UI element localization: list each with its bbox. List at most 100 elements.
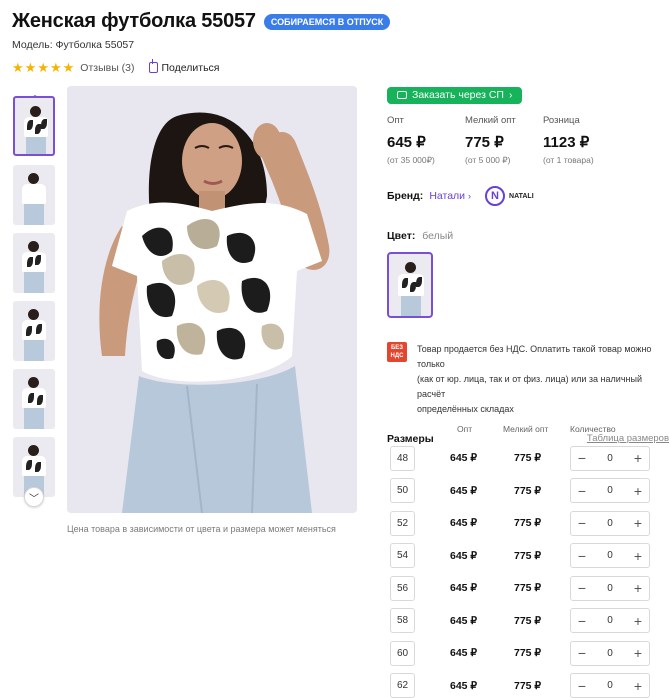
size-small-opt-price: 775 ₽ xyxy=(514,614,542,627)
price-min: (от 5 000 ₽) xyxy=(465,155,511,165)
plus-icon[interactable]: + xyxy=(632,549,644,563)
size-row: 54 645 ₽ 775 ₽ − 0 + xyxy=(387,542,669,570)
quantity-value[interactable]: 0 xyxy=(607,518,613,529)
quantity-value[interactable]: 0 xyxy=(607,453,613,464)
column-small-opt: Мелкий опт xyxy=(503,424,549,434)
size-table: Опт Мелкий опт Количество 48 645 ₽ 775 ₽ − 0… xyxy=(387,424,669,698)
size-opt-price: 645 ₽ xyxy=(450,647,478,659)
size-opt-price: 645 ₽ xyxy=(450,484,478,497)
thumbnail[interactable] xyxy=(13,165,55,225)
product-header: Женская футболка 55057 СОБИРАЕМСЯ В ОТПУ… xyxy=(12,10,662,74)
brand-row: Бренд: Натали › N NATALI xyxy=(387,186,669,206)
price-caption: Цена товара в зависимости от цвета и раз… xyxy=(67,524,336,534)
plus-icon[interactable]: + xyxy=(632,516,644,530)
plus-icon[interactable]: + xyxy=(632,451,644,465)
size-small-opt-price: 775 ₽ xyxy=(514,647,542,659)
chevron-up-icon[interactable]: ︿ xyxy=(26,86,44,101)
price-tier-small: Мелкий опт 775 ₽ (от 5 000 ₽) xyxy=(465,115,543,166)
quantity-stepper: − 0 + xyxy=(570,575,650,601)
rating-stars: ★ ★ ★ ★ ★ xyxy=(12,61,74,74)
price-min: (от 35 000₽) xyxy=(387,155,435,165)
title-row: Женская футболка 55057 СОБИРАЕМСЯ В ОТПУ… xyxy=(12,10,662,33)
model-text: Модель: Футболка 55057 xyxy=(12,39,135,51)
size-small-opt-price: 775 ₽ xyxy=(514,517,542,529)
vat-text: Товар продается без НДС. Оплатить такой … xyxy=(417,344,652,414)
minus-icon[interactable]: − xyxy=(576,516,588,530)
price-label: Розница xyxy=(543,115,580,126)
size-label: 52 xyxy=(390,510,415,536)
size-table-header: Опт Мелкий опт Количество xyxy=(387,424,669,438)
size-label: 56 xyxy=(390,575,415,601)
chevron-right-icon: › xyxy=(508,89,513,101)
thumbnail-gallery: ︿ xyxy=(12,86,56,512)
minus-icon[interactable]: − xyxy=(576,679,588,693)
plus-icon[interactable]: + xyxy=(632,679,644,693)
star-icon: ★ xyxy=(62,60,75,75)
size-small-opt-price: 775 ₽ xyxy=(514,549,542,562)
plus-icon[interactable]: + xyxy=(632,614,644,628)
page-title: Женская футболка 55057 xyxy=(12,10,256,32)
size-small-opt-price: 775 ₽ xyxy=(514,452,542,464)
size-small-opt-price: 775 ₽ xyxy=(514,484,542,497)
main-product-photo[interactable] xyxy=(67,86,357,513)
thumbnail[interactable] xyxy=(13,233,55,293)
share-icon xyxy=(148,59,158,73)
quantity-value[interactable]: 0 xyxy=(607,485,613,496)
quantity-value[interactable]: 0 xyxy=(607,648,613,659)
price-tier-retail: Розница 1123 ₽ (от 1 товара) xyxy=(543,115,621,166)
star-icon: ★ xyxy=(12,60,24,75)
quantity-value[interactable]: 0 xyxy=(607,583,613,594)
color-swatch-white[interactable] xyxy=(387,252,433,318)
quantity-value[interactable]: 0 xyxy=(607,680,613,691)
thumbnail[interactable] xyxy=(13,301,55,361)
brand-link[interactable]: Натали xyxy=(429,190,465,202)
price-tier-opt: Опт 645 ₽ (от 35 000₽) xyxy=(387,115,465,166)
size-opt-price: 645 ₽ xyxy=(450,582,478,594)
brand-logo-icon: N xyxy=(485,186,506,206)
star-icon: ★ xyxy=(37,60,49,75)
brand-label: Бренд: xyxy=(387,190,424,202)
quantity-value[interactable]: 0 xyxy=(607,550,613,561)
size-opt-price: 645 ₽ xyxy=(450,517,478,529)
price-value: 645 ₽ xyxy=(387,134,426,151)
size-label: 48 xyxy=(390,445,415,471)
plus-icon[interactable]: + xyxy=(632,646,644,660)
star-icon: ★ xyxy=(24,60,37,75)
size-label: 54 xyxy=(390,543,415,568)
order-sp-button[interactable]: Заказать через СП › xyxy=(387,86,523,104)
size-row: 48 645 ₽ 775 ₽ − 0 + xyxy=(387,444,669,472)
price-value: 775 ₽ xyxy=(465,134,504,151)
size-row: 58 645 ₽ 775 ₽ − 0 + xyxy=(387,607,669,635)
brand-logo[interactable]: N NATALI xyxy=(485,186,534,206)
minus-icon[interactable]: − xyxy=(576,451,588,465)
thumbnail[interactable] xyxy=(13,369,55,429)
order-sp-label: Заказать через СП xyxy=(412,89,504,101)
thumbnail[interactable] xyxy=(13,96,55,156)
minus-icon[interactable]: − xyxy=(576,549,588,563)
rating-row: ★ ★ ★ ★ ★ Отзывы (3) Поделиться xyxy=(12,59,662,74)
price-label: Мелкий опт xyxy=(465,115,516,126)
quantity-stepper: − 0 + xyxy=(570,478,650,503)
share-button[interactable]: Поделиться xyxy=(148,59,219,74)
size-row: 52 645 ₽ 775 ₽ − 0 + xyxy=(387,509,669,537)
price-tiers: Опт 645 ₽ (от 35 000₽) Мелкий опт 775 ₽ … xyxy=(387,115,669,166)
size-label: 60 xyxy=(390,640,415,666)
plus-icon[interactable]: + xyxy=(632,581,644,595)
minus-icon[interactable]: − xyxy=(576,614,588,628)
star-icon: ★ xyxy=(49,60,62,75)
minus-icon[interactable]: − xyxy=(576,646,588,660)
no-vat-badge: БЕЗ НДС xyxy=(387,342,407,362)
color-label: Цвет: xyxy=(387,230,416,242)
bag-icon xyxy=(397,91,407,99)
chevron-down-icon[interactable]: ﹀ xyxy=(24,487,44,507)
chevron-right-icon: › xyxy=(468,191,472,201)
size-opt-price: 645 ₽ xyxy=(450,614,478,627)
minus-icon[interactable]: − xyxy=(576,581,588,595)
plus-icon[interactable]: + xyxy=(632,484,644,498)
minus-icon[interactable]: − xyxy=(576,484,588,498)
product-photo-illustration xyxy=(67,86,357,513)
reviews-link[interactable]: Отзывы (3) xyxy=(80,62,134,74)
promo-badge[interactable]: СОБИРАЕМСЯ В ОТПУСК xyxy=(263,13,391,30)
quantity-value[interactable]: 0 xyxy=(607,615,613,626)
size-row: 60 645 ₽ 775 ₽ − 0 + xyxy=(387,639,669,667)
